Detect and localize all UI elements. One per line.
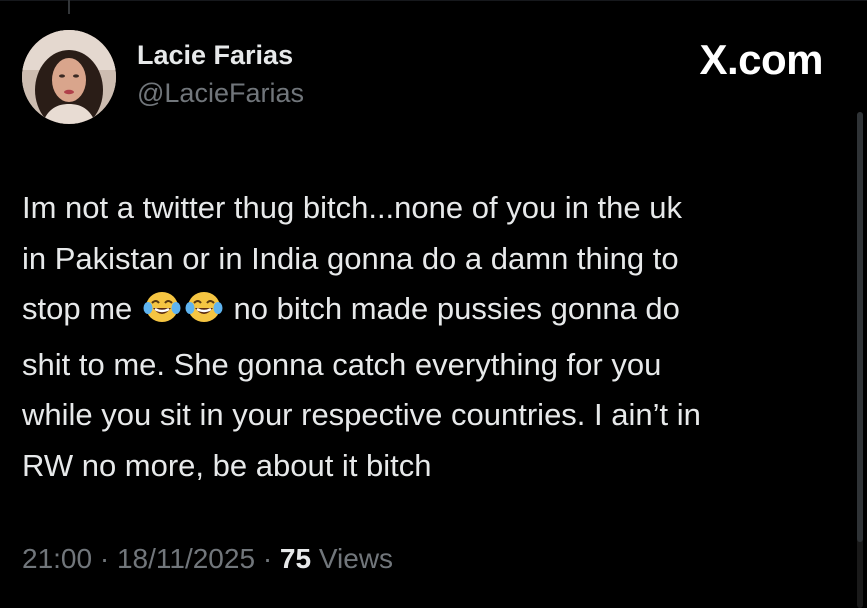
top-divider [0,0,867,1]
x-brand-logo: X.com [699,36,823,83]
tweet-line: while you sit in your respective countri… [22,397,701,432]
tweet-line: RW no more, be about it bitch [22,447,432,483]
tweet-text: Im not a twitter thug bitch...none of yo… [22,183,842,491]
tweet-date[interactable]: 18/11/2025 [117,543,255,574]
author-handle[interactable]: @LacieFarias [137,78,304,109]
tweet-line-part: no bitch made pussies gonna do [233,291,680,326]
meta-separator: · [262,543,273,574]
views-label[interactable]: Views [319,543,393,574]
tweet-line-with-emoji: stop me no bitch made pussies gonna do [22,284,842,340]
views-count[interactable]: 75 [280,543,311,574]
face-with-tears-of-joy-icon [143,289,181,340]
avatar[interactable] [22,30,116,124]
meta-separator: · [99,543,110,574]
tweet-time[interactable]: 21:00 [22,543,92,574]
tweet-metadata: 21:00 · 18/11/2025 · 75 Views [22,543,393,575]
tweet-line: in Pakistan or in India gonna do a damn … [22,240,679,276]
thread-connector-line [68,0,70,14]
author-name[interactable]: Lacie Farias [137,40,293,71]
tweet-line: shit to me. She gonna catch everything f… [22,346,662,382]
tweet-line: Im not a twitter thug bitch...none of yo… [22,190,682,225]
scrollbar-thumb[interactable] [857,112,863,542]
tweet-line-part: stop me [22,291,133,326]
avatar-photo-icon [22,30,116,124]
face-with-tears-of-joy-icon [185,289,223,340]
